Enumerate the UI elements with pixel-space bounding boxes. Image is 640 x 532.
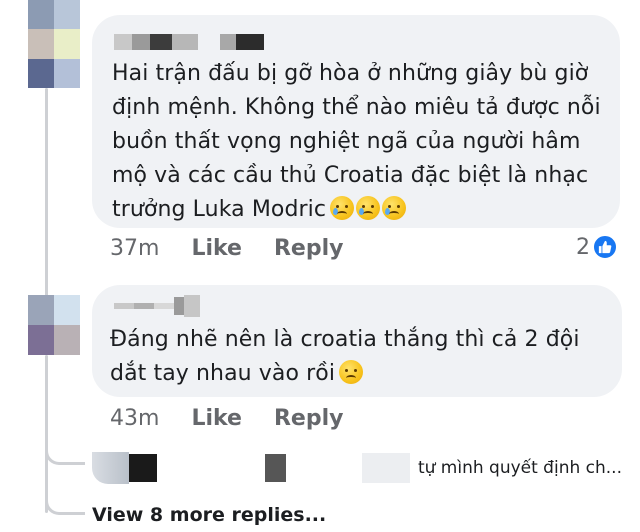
thread-line-1 xyxy=(45,88,48,303)
avatar[interactable] xyxy=(28,0,80,88)
thumbs-up-icon xyxy=(592,234,618,260)
reaction-count: 2 xyxy=(576,234,590,260)
comment-actions: 37m Like Reply xyxy=(110,236,343,261)
like-button[interactable]: Like xyxy=(191,406,242,431)
timestamp[interactable]: 37m xyxy=(110,236,159,261)
author-name[interactable] xyxy=(114,34,264,50)
reaction-summary[interactable]: 2 xyxy=(576,234,618,260)
crying-face-icon xyxy=(330,196,355,220)
like-button[interactable]: Like xyxy=(191,236,242,261)
thread-branch-curve-2 xyxy=(45,490,85,515)
thread-branch-curve xyxy=(45,440,85,465)
pensive-face-icon xyxy=(339,360,364,384)
comment-text: Đáng nhẽ nên là croatia thắng thì cả 2 đ… xyxy=(110,327,580,386)
timestamp[interactable]: 43m xyxy=(110,406,159,431)
emoji-group xyxy=(339,360,364,384)
reply-button[interactable]: Reply xyxy=(274,236,344,261)
comment-actions: 43m Like Reply xyxy=(110,406,343,431)
crying-face-icon xyxy=(356,196,381,220)
avatar xyxy=(92,452,129,484)
crying-face-icon xyxy=(382,196,407,220)
reply-preview[interactable]: tự mình quyết định ch... xyxy=(92,452,622,484)
author-name[interactable] xyxy=(114,295,214,317)
view-more-replies-link[interactable]: View 8 more replies... xyxy=(92,504,326,526)
reply-preview-text: tự mình quyết định ch... xyxy=(417,458,622,478)
comment-bubble: Hai trận đấu bị gỡ hòa ở những giây bù g… xyxy=(92,15,620,228)
comment-text: Hai trận đấu bị gỡ hòa ở những giây bù g… xyxy=(112,61,601,222)
avatar[interactable] xyxy=(28,295,80,355)
comment-bubble: Đáng nhẽ nên là croatia thắng thì cả 2 đ… xyxy=(92,285,622,397)
emoji-group xyxy=(330,196,407,220)
reply-button[interactable]: Reply xyxy=(274,406,344,431)
